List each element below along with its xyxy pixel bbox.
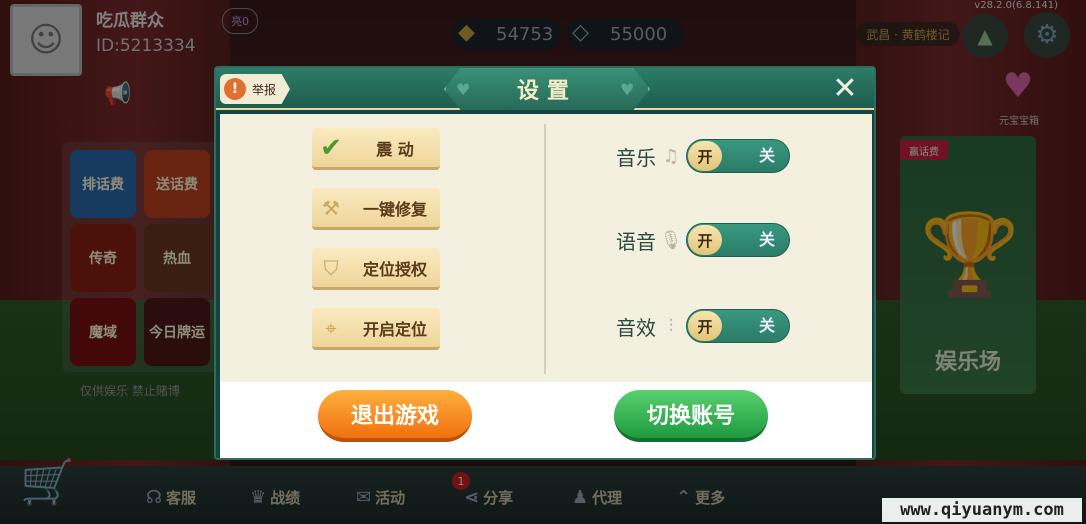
voice-label: 语音: [616, 229, 656, 254]
toggle-on-label: 开: [688, 141, 722, 171]
dialog-footer: 退出游戏 切换账号: [220, 382, 872, 458]
report-label: 举报: [252, 82, 277, 97]
wrench-icon: ⚒: [322, 195, 340, 220]
voice-toggle[interactable]: 开 关: [686, 223, 790, 257]
watermark: www.qiyuanym.com: [882, 498, 1082, 522]
divider: [544, 124, 546, 374]
enable-location-button[interactable]: ⌖ 开启定位: [312, 308, 440, 350]
equalizer-icon: ⫶: [668, 315, 674, 337]
one-click-repair-button[interactable]: ⚒ 一键修复: [312, 188, 440, 230]
microphone-icon: 🎙: [659, 229, 683, 251]
music-toggle[interactable]: 开 关: [686, 139, 790, 173]
music-label: 音乐: [616, 145, 656, 170]
repair-label: 一键修复: [362, 199, 427, 219]
location-pin-icon: ⌖: [325, 315, 337, 340]
dialog-header: ! 举报 ♥ ♥ 设置 ✕: [216, 68, 874, 110]
vibration-label: 震 动: [376, 139, 414, 159]
sound-effect-label: 音效: [616, 315, 656, 340]
sound-effect-setting: 音效 ⫶ 开 关: [600, 309, 790, 343]
enable-location-label: 开启定位: [362, 319, 427, 339]
quit-game-button[interactable]: 退出游戏: [318, 390, 472, 442]
toggle-off-label: 关: [758, 146, 775, 165]
dialog-title: 设置: [516, 79, 577, 104]
location-auth-label: 定位授权: [362, 259, 427, 279]
sound-effect-toggle[interactable]: 开 关: [686, 309, 790, 343]
switch-account-button[interactable]: 切换账号: [614, 390, 768, 442]
toggle-on-label: 开: [688, 311, 722, 341]
shield-location-icon: ⛉: [323, 255, 339, 280]
voice-setting: 语音 🎙 开 关: [600, 223, 790, 257]
settings-dialog: ! 举报 ♥ ♥ 设置 ✕ ✔ 震 动 ⚒ 一键修复 ⛉ 定位授权 ⌖ 开启定位…: [214, 66, 876, 460]
location-auth-button[interactable]: ⛉ 定位授权: [312, 248, 440, 290]
toggle-on-label: 开: [688, 225, 722, 255]
dialog-body: ✔ 震 动 ⚒ 一键修复 ⛉ 定位授权 ⌖ 开启定位 音乐 ♫ 开 关 语音 🎙: [220, 114, 872, 382]
report-button[interactable]: ! 举报: [220, 74, 290, 104]
vibration-toggle[interactable]: ✔ 震 动: [312, 128, 440, 170]
toggle-off-label: 关: [758, 316, 775, 335]
toggle-off-label: 关: [758, 230, 775, 249]
warning-icon: !: [224, 78, 246, 100]
close-button[interactable]: ✕: [830, 74, 860, 104]
music-setting: 音乐 ♫ 开 关: [600, 139, 790, 173]
music-note-icon: ♫: [662, 145, 680, 167]
checkbox-checked-icon: ✔: [320, 132, 342, 163]
